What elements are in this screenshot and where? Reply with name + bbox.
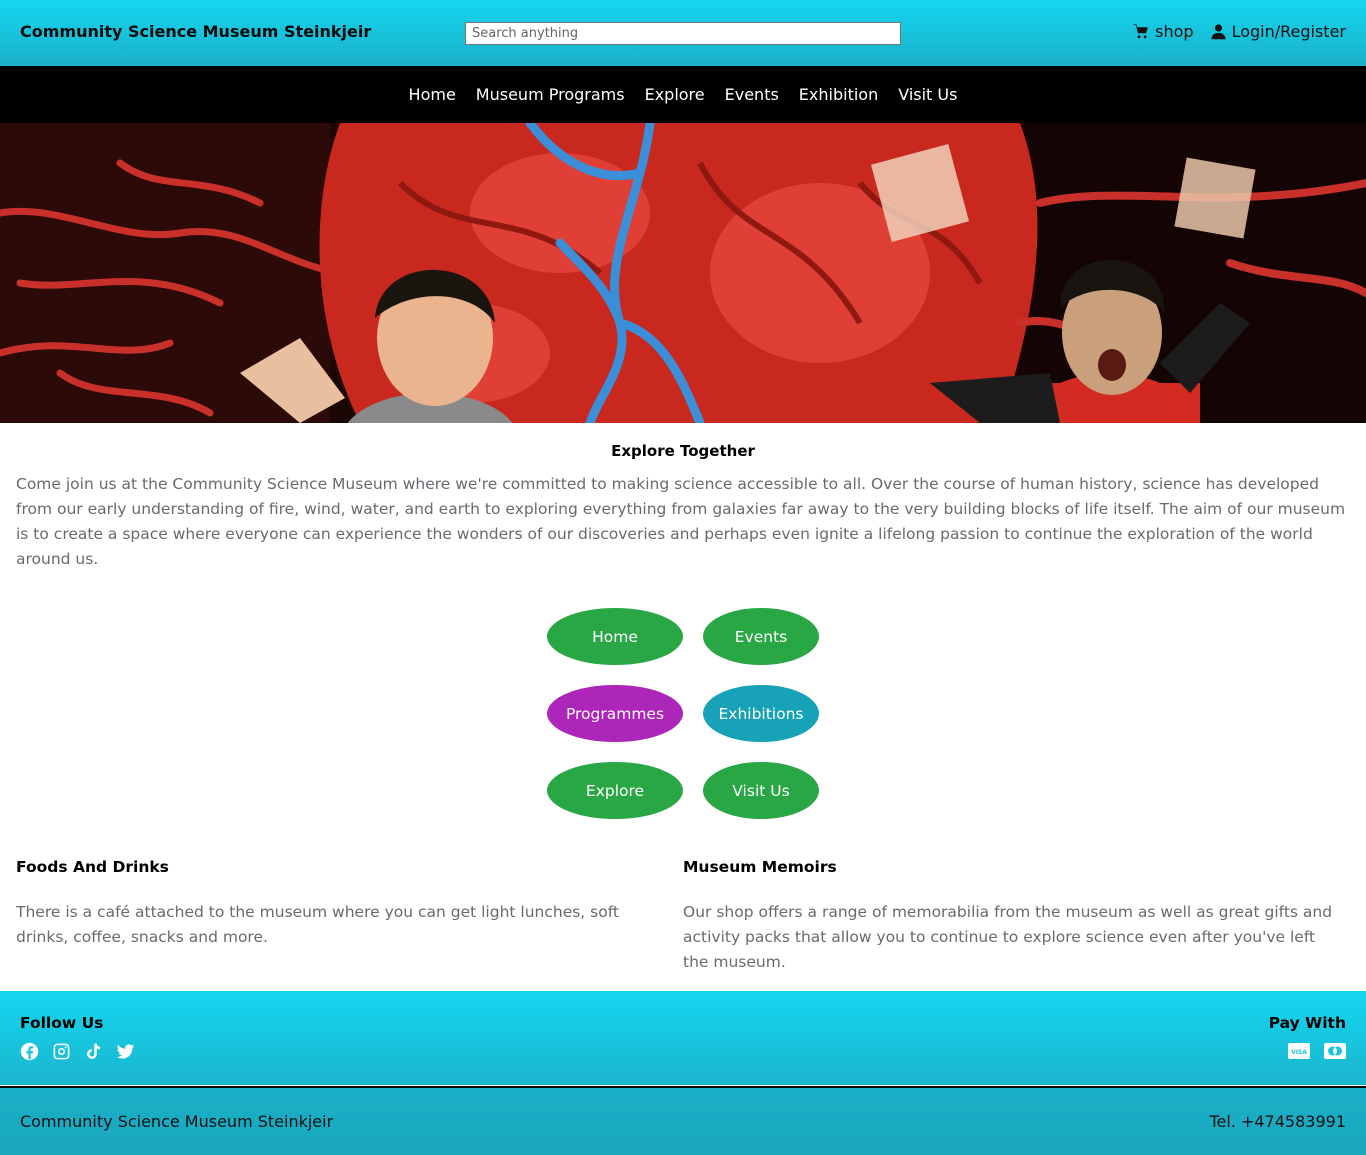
museum-memoirs-text: Our shop offers a range of memorabilia f… <box>683 903 1333 971</box>
nav-item-explore[interactable]: Explore <box>645 85 705 104</box>
site-header: Community Science Museum Steinkjeir shop… <box>0 0 1366 66</box>
shop-label: shop <box>1155 22 1194 41</box>
tiktok-icon[interactable] <box>84 1042 103 1061</box>
foods-drinks-title: Foods And Drinks <box>16 858 169 876</box>
pay-with-title: Pay With <box>1268 1014 1346 1032</box>
footer-museum-name: Community Science Museum Steinkjeir <box>20 1112 334 1131</box>
mastercard-icon <box>1324 1043 1346 1059</box>
social-links <box>20 1042 135 1061</box>
exhibitions-pill-button[interactable]: Exhibitions <box>703 685 819 742</box>
hero-banner-image <box>0 123 1366 423</box>
login-label: Login/Register <box>1231 22 1346 41</box>
payment-methods: VISA <box>1288 1043 1346 1059</box>
home-pill-button[interactable]: Home <box>547 608 683 665</box>
foods-drinks-text: There is a café attached to the museum w… <box>16 903 619 946</box>
login-register-link[interactable]: Login/Register <box>1210 22 1346 41</box>
instagram-icon[interactable] <box>52 1042 71 1061</box>
shop-link[interactable]: shop <box>1133 22 1194 41</box>
cart-icon <box>1133 24 1149 39</box>
account-links: shop Login/Register <box>1133 22 1346 41</box>
intro-text: Come join us at the Community Science Mu… <box>16 475 1346 568</box>
visa-icon: VISA <box>1288 1043 1310 1059</box>
intro-title: Explore Together <box>611 442 755 460</box>
events-pill-button[interactable]: Events <box>703 608 819 665</box>
nav-item-home[interactable]: Home <box>409 85 456 104</box>
nav-item-visit-us[interactable]: Visit Us <box>898 85 957 104</box>
site-footer: Follow Us Pay With VISA <box>0 991 1366 1085</box>
search-input[interactable] <box>465 22 901 45</box>
footer-telephone: Tel. +474583991 <box>1209 1112 1346 1131</box>
site-brand[interactable]: Community Science Museum Steinkjeir <box>20 22 371 41</box>
svg-text:VISA: VISA <box>1291 1049 1307 1056</box>
programmes-pill-button[interactable]: Programmes <box>547 685 683 742</box>
explore-pill-button[interactable]: Explore <box>547 762 683 819</box>
user-icon <box>1210 24 1226 40</box>
facebook-icon[interactable] <box>20 1042 39 1061</box>
main-nav: Home Museum Programs Explore Events Exhi… <box>0 66 1366 123</box>
museum-memoirs-title: Museum Memoirs <box>683 858 837 876</box>
nav-item-exhibition[interactable]: Exhibition <box>799 85 878 104</box>
nav-item-museum-programs[interactable]: Museum Programs <box>476 85 625 104</box>
visit-us-pill-button[interactable]: Visit Us <box>703 762 819 819</box>
follow-us-title: Follow Us <box>20 1014 104 1032</box>
nav-item-events[interactable]: Events <box>725 85 779 104</box>
footer-bottom-bar: Community Science Museum Steinkjeir Tel.… <box>0 1088 1366 1155</box>
twitter-icon[interactable] <box>116 1042 135 1061</box>
